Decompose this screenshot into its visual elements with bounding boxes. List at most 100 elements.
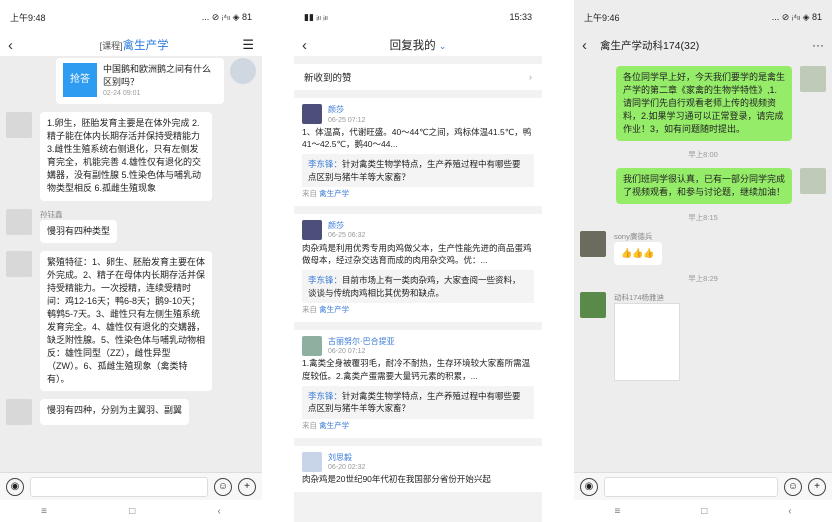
reply-author[interactable]: 颜莎 bbox=[328, 104, 365, 116]
reply-author[interactable]: 颜莎 bbox=[328, 220, 365, 232]
status-icons: ... ⊘ ᵢ⁴ₗₗ ◈ 81 bbox=[201, 11, 252, 22]
input-bar: ◉ ☺ + bbox=[0, 472, 262, 500]
quoted-post[interactable]: 李东锋：目前市场上有一类肉杂鸡，大家查阅一些资料，谈谈与传统肉鸡相比其优势和缺点… bbox=[302, 270, 534, 303]
voice-icon[interactable]: ◉ bbox=[6, 477, 24, 496]
message-input[interactable] bbox=[604, 476, 778, 497]
replies-panel: ▮▮ ᵢₗₗ ᵢₗₗ 15:33 ‹ 回复我的 ⌄ 新收到的赞 › 颜莎 06-2… bbox=[294, 0, 542, 522]
timestamp: 早上8:15 bbox=[688, 213, 718, 223]
avatar[interactable] bbox=[302, 219, 322, 240]
message-bubble: 慢羽有四种类型 bbox=[40, 219, 118, 243]
avatar[interactable] bbox=[230, 58, 256, 84]
page-title: 禽生产学动科174(32) bbox=[600, 39, 700, 52]
sender-name: 动科174杨雅迪 bbox=[614, 293, 665, 303]
source-label: 来自 bbox=[302, 304, 317, 314]
avatar[interactable] bbox=[6, 208, 32, 235]
image-attachment[interactable] bbox=[614, 303, 680, 382]
reply-card[interactable]: 颜莎 06-25 06:32 肉杂鸡是利用优秀专用肉鸡做父本，生产性能先进的商品蛋… bbox=[294, 213, 542, 322]
back-icon[interactable]: ‹ bbox=[582, 37, 600, 54]
message-bubble: 繁殖特征：1、卵生、胚胎发育主要在体外完成。2、精子在母体内长期存活并保持受精能… bbox=[40, 250, 212, 392]
message: 动科174杨雅迪 bbox=[580, 292, 826, 382]
avatar[interactable] bbox=[580, 292, 606, 319]
reply-author[interactable]: 刘思毅 bbox=[328, 452, 365, 464]
back-nav-icon[interactable]: ‹ bbox=[788, 506, 791, 517]
avatar[interactable] bbox=[302, 335, 322, 356]
quote-author: 李东锋： bbox=[308, 159, 343, 170]
chat-header: ‹ 禽生产学动科174(32) ··· bbox=[574, 34, 832, 56]
reply-text: 肉杂鸡是20世纪90年代初在我国部分省份开始兴起 bbox=[302, 474, 491, 485]
chevron-right-icon: › bbox=[528, 71, 532, 83]
page-title-text: 回复我的 bbox=[389, 40, 436, 52]
question-time: 02-24 09:01 bbox=[103, 90, 141, 98]
reply-author[interactable]: 古丽努尔·巴合提亚 bbox=[328, 336, 395, 348]
reply-card[interactable]: 颜莎 06-25 07:12 1、体温高，代谢旺盛。40～44℃之间，鸡标体温41… bbox=[294, 98, 542, 206]
sender-name: 孙钰鑫 bbox=[40, 209, 63, 219]
sender-name: sony廣德兵 bbox=[614, 232, 653, 242]
message: 各位同学早上好，今天我们要学的是禽生产学的第二章《家禽的生物学特性》,1.请同学… bbox=[580, 66, 826, 142]
message: 1.卵生，胚胎发育主要是在体外完成 2.精子能在体内长期存活并保持受精能力 3.… bbox=[6, 112, 256, 201]
avatar[interactable] bbox=[6, 399, 32, 426]
timestamp: 早上8:29 bbox=[688, 274, 718, 284]
avatar[interactable] bbox=[800, 66, 826, 92]
home-nav-icon[interactable]: □ bbox=[701, 506, 707, 517]
system-nav-bar: ≡ □ ‹ bbox=[574, 500, 832, 522]
quoted-post[interactable]: 李东锋：针对禽类生物学特点，生产养殖过程中有哪些要点区别与猪牛羊等大家畜？ bbox=[302, 154, 534, 187]
menu-nav-icon[interactable]: ≡ bbox=[614, 506, 620, 517]
source-link[interactable]: 禽生产学 bbox=[319, 189, 349, 198]
chat-header: ‹ [课程]禽生产学 ☰ bbox=[0, 34, 262, 56]
group-chat-panel: 上午9:46 ... ⊘ ᵢ⁴ₗₗ ◈ 81 ‹ 禽生产学动科174(32) ·… bbox=[574, 0, 832, 522]
avatar[interactable] bbox=[580, 231, 606, 258]
source-link[interactable]: 禽生产学 bbox=[319, 305, 349, 314]
reply-card[interactable]: 古丽努尔·巴合提亚 06-20 07:12 1.禽类全身被覆羽毛，耐冷不耐热，生存… bbox=[294, 329, 542, 438]
status-time: 15:33 bbox=[509, 12, 532, 22]
emoji-icon[interactable]: ☺ bbox=[784, 477, 802, 496]
quote-author: 李东锋： bbox=[308, 391, 343, 402]
course-title: 禽生产学 bbox=[122, 40, 169, 52]
reply-time: 06-20 07:12 bbox=[328, 348, 366, 356]
message-bubble: 我们班同学很认真，已有一部分同学完成了视频观看，和参与讨论题，继续加油！ bbox=[616, 168, 792, 205]
reply-time: 06-20 02:32 bbox=[328, 464, 366, 472]
reply-text: 1、体温高，代谢旺盛。40～44℃之间，鸡标体温41.5℃，鸭41～42.5℃，… bbox=[302, 126, 532, 150]
quote-author: 李东锋： bbox=[308, 275, 343, 286]
answer-badge: 抢答 bbox=[63, 63, 97, 97]
more-icon[interactable]: ··· bbox=[812, 38, 824, 52]
menu-nav-icon[interactable]: ≡ bbox=[41, 506, 47, 517]
course-tag: [课程] bbox=[99, 41, 123, 51]
new-likes-label: 新收到的赞 bbox=[304, 73, 352, 84]
avatar[interactable] bbox=[800, 168, 826, 195]
page-title[interactable]: 回复我的 ⌄ bbox=[320, 37, 516, 53]
chevron-down-icon: ⌄ bbox=[438, 41, 447, 51]
quoted-post[interactable]: 李东锋：针对禽类生物学特点，生产养殖过程中有哪些要点区别与猪牛羊等大家畜？ bbox=[302, 386, 534, 419]
question-message: 抢答 中国鹅和欧洲鹅之间有什么区别吗？ 02-24 09:01 bbox=[6, 58, 256, 105]
input-bar: ◉ ☺ + bbox=[574, 472, 832, 500]
plus-icon[interactable]: + bbox=[238, 477, 256, 496]
menu-icon[interactable]: ☰ bbox=[242, 37, 254, 53]
plus-icon[interactable]: + bbox=[808, 477, 826, 496]
new-likes-row[interactable]: 新收到的赞 › bbox=[294, 64, 542, 90]
source-link[interactable]: 禽生产学 bbox=[319, 421, 349, 430]
home-nav-icon[interactable]: □ bbox=[129, 506, 135, 517]
reply-card[interactable]: 刘思毅 06-20 02:32 肉杂鸡是20世纪90年代初在我国部分省份开始兴起 bbox=[294, 445, 542, 492]
system-nav-bar: ≡ □ ‹ bbox=[0, 500, 262, 522]
avatar[interactable] bbox=[6, 112, 32, 139]
message-bubble: 慢羽有四种，分别为主翼羽、副翼 bbox=[40, 399, 190, 426]
question-card[interactable]: 抢答 中国鹅和欧洲鹅之间有什么区别吗？ 02-24 09:01 bbox=[56, 58, 224, 105]
chat-panel-course: 上午9:48 ... ⊘ ᵢ⁴ₗₗ ◈ 81 ‹ [课程]禽生产学 ☰ 抢答 中… bbox=[0, 0, 262, 522]
reply-text: 肉杂鸡是利用优秀专用肉鸡做父本，生产性能先进的商品蛋鸡做母本，经过杂交选育而成的… bbox=[302, 242, 532, 265]
status-bar: ▮▮ ᵢₗₗ ᵢₗₗ 15:33 bbox=[294, 0, 542, 34]
message-input[interactable] bbox=[30, 476, 208, 497]
reply-source: 来自 禽生产学 bbox=[302, 305, 534, 316]
back-icon[interactable]: ‹ bbox=[302, 37, 320, 54]
back-icon[interactable]: ‹ bbox=[8, 37, 26, 54]
page-title: [课程]禽生产学 bbox=[26, 37, 242, 53]
message-bubble: 👍👍👍 bbox=[614, 242, 662, 266]
avatar[interactable] bbox=[302, 451, 322, 472]
emoji-icon[interactable]: ☺ bbox=[214, 477, 232, 496]
back-nav-icon[interactable]: ‹ bbox=[218, 506, 221, 517]
avatar[interactable] bbox=[302, 104, 322, 124]
source-label: 来自 bbox=[302, 188, 317, 198]
message: 繁殖特征：1、卵生、胚胎发育主要在体外完成。2、精子在母体内长期存活并保持受精能… bbox=[6, 250, 256, 392]
voice-icon[interactable]: ◉ bbox=[580, 477, 598, 496]
signal-icons: ▮▮ ᵢₗₗ ᵢₗₗ bbox=[304, 11, 328, 22]
message: 慢羽有四种，分别为主翼羽、副翼 bbox=[6, 399, 256, 426]
avatar[interactable] bbox=[6, 250, 32, 277]
